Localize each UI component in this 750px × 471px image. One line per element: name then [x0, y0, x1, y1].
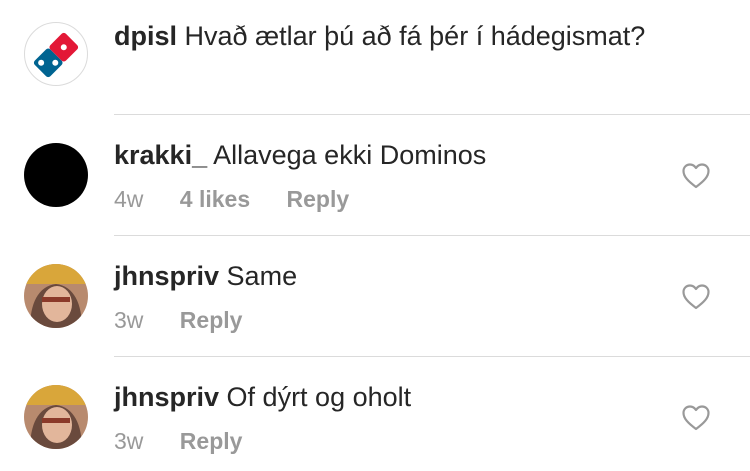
comment-row: jhnspriv Same 3w Reply [0, 236, 750, 356]
comment-meta: 3w Reply [114, 306, 272, 334]
caption-username[interactable]: dpisl [114, 21, 177, 51]
comment-time: 3w [114, 428, 144, 454]
avatar-photo [24, 264, 88, 328]
comment-time: 3w [114, 307, 144, 333]
comment-text: Same [226, 261, 298, 291]
heart-icon[interactable] [682, 163, 710, 189]
heart-icon[interactable] [682, 284, 710, 310]
comment-row: krakki_ Allavega ekki Dominos 4w 4 likes… [0, 115, 750, 235]
reply-button[interactable]: Reply [287, 186, 350, 212]
comment-username[interactable]: jhnspriv [114, 382, 219, 412]
reply-button[interactable]: Reply [180, 428, 243, 454]
comment-likes[interactable]: 4 likes [180, 186, 250, 212]
comment-time: 4w [114, 186, 144, 212]
comment-line: krakki_ Allavega ekki Dominos [114, 139, 486, 171]
avatar[interactable] [24, 385, 88, 449]
avatar-photo [24, 385, 88, 449]
caption-text: Hvað ætlar þú að fá þér í hádegismat? [184, 21, 646, 51]
comment-meta: 4w 4 likes Reply [114, 185, 379, 213]
comment-text: Allavega ekki Dominos [213, 140, 487, 170]
caption-avatar[interactable] [24, 22, 88, 86]
avatar[interactable] [24, 143, 88, 207]
comment-line: jhnspriv Same [114, 260, 297, 292]
reply-button[interactable]: Reply [180, 307, 243, 333]
avatar[interactable] [24, 264, 88, 328]
comment-text: Of dýrt og oholt [226, 382, 412, 412]
comment-line: jhnspriv Of dýrt og oholt [114, 381, 411, 413]
comment-username[interactable]: krakki_ [114, 140, 207, 170]
caption-row: dpisl Hvað ætlar þú að fá þér í hádegism… [0, 0, 750, 112]
comment-meta: 3w Reply [114, 427, 272, 455]
dominos-logo-icon [33, 32, 79, 78]
comment-row: jhnspriv Of dýrt og oholt 3w Reply [0, 357, 750, 471]
caption-line: dpisl Hvað ætlar þú að fá þér í hádegism… [114, 20, 645, 52]
comment-username[interactable]: jhnspriv [114, 261, 219, 291]
heart-icon[interactable] [682, 405, 710, 431]
